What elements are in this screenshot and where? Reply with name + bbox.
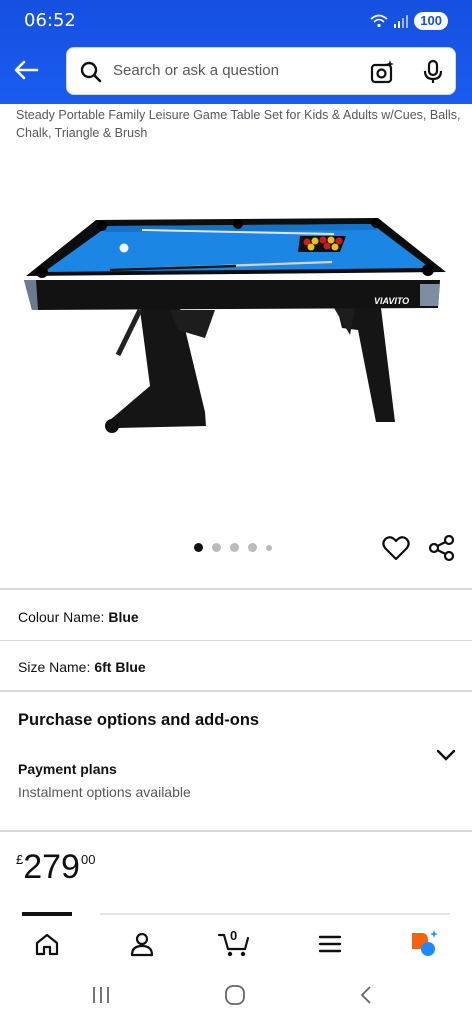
nav-home[interactable] xyxy=(29,926,65,962)
system-back-icon[interactable] xyxy=(356,984,376,1006)
signal-icon xyxy=(394,15,409,28)
carousel-dot[interactable] xyxy=(248,543,257,552)
status-icons: 100 xyxy=(370,12,448,30)
menu-icon xyxy=(318,935,342,953)
payment-plans-subtitle: Instalment options available xyxy=(18,784,191,800)
recent-apps-icon[interactable] xyxy=(90,984,112,1006)
home-button-icon[interactable] xyxy=(223,984,247,1006)
size-label: Size Name: xyxy=(18,659,91,675)
price-currency: £ xyxy=(16,852,24,867)
home-icon xyxy=(35,933,59,956)
colour-selector[interactable]: Colour Name: Blue xyxy=(18,609,139,625)
divider xyxy=(0,830,472,832)
product-image[interactable]: VIAVITO xyxy=(0,150,472,530)
wifi-icon xyxy=(370,14,388,28)
purchase-options-heading: Purchase options and add-ons xyxy=(18,711,260,729)
ai-assistant-icon xyxy=(412,930,438,956)
price-fraction: 00 xyxy=(80,852,96,867)
search-icon xyxy=(80,61,102,83)
bottom-navigation: 0 xyxy=(0,916,472,970)
system-navigation xyxy=(0,970,472,1024)
divider xyxy=(0,690,472,692)
size-selector[interactable]: Size Name: 6ft Blue xyxy=(18,659,146,675)
person-icon xyxy=(130,932,154,957)
size-value: 6ft Blue xyxy=(94,659,146,675)
battery-indicator: 100 xyxy=(414,12,448,30)
carousel-dot[interactable] xyxy=(194,543,203,552)
pool-table-image: VIAVITO xyxy=(24,218,446,433)
nav-rufus[interactable] xyxy=(406,926,442,962)
camera-icon[interactable] xyxy=(369,59,395,85)
nav-cart[interactable]: 0 xyxy=(216,926,252,962)
carousel-dot[interactable] xyxy=(212,543,221,552)
share-icon[interactable] xyxy=(428,534,456,562)
price-whole: 279 xyxy=(23,848,80,886)
chevron-down-icon[interactable] xyxy=(436,748,456,762)
image-carousel-dots[interactable] xyxy=(194,543,272,552)
truncated-text-line xyxy=(100,913,450,915)
arrow-left-icon xyxy=(14,60,39,80)
product-title: Steady Portable Family Leisure Game Tabl… xyxy=(16,108,461,140)
carousel-dot[interactable] xyxy=(266,544,272,551)
search-bar[interactable]: Search or ask a question xyxy=(66,47,456,95)
colour-value: Blue xyxy=(108,609,139,625)
price: £ 279 00 xyxy=(16,848,95,886)
microphone-icon[interactable] xyxy=(421,59,445,85)
payment-plans-title[interactable]: Payment plans xyxy=(18,761,117,777)
colour-label: Colour Name: xyxy=(18,609,105,625)
cart-count: 0 xyxy=(230,928,238,943)
nav-menu[interactable] xyxy=(312,926,348,962)
divider xyxy=(0,588,472,590)
divider xyxy=(0,640,472,641)
status-bar: 06:52 100 xyxy=(0,0,472,44)
search-input[interactable]: Search or ask a question xyxy=(113,62,279,79)
status-time: 06:52 xyxy=(24,10,76,31)
back-button[interactable] xyxy=(10,54,42,86)
heart-icon[interactable] xyxy=(382,535,410,561)
carousel-dot[interactable] xyxy=(230,543,239,552)
brand-label: VIAVITO xyxy=(374,296,409,306)
nav-account[interactable] xyxy=(124,926,160,962)
